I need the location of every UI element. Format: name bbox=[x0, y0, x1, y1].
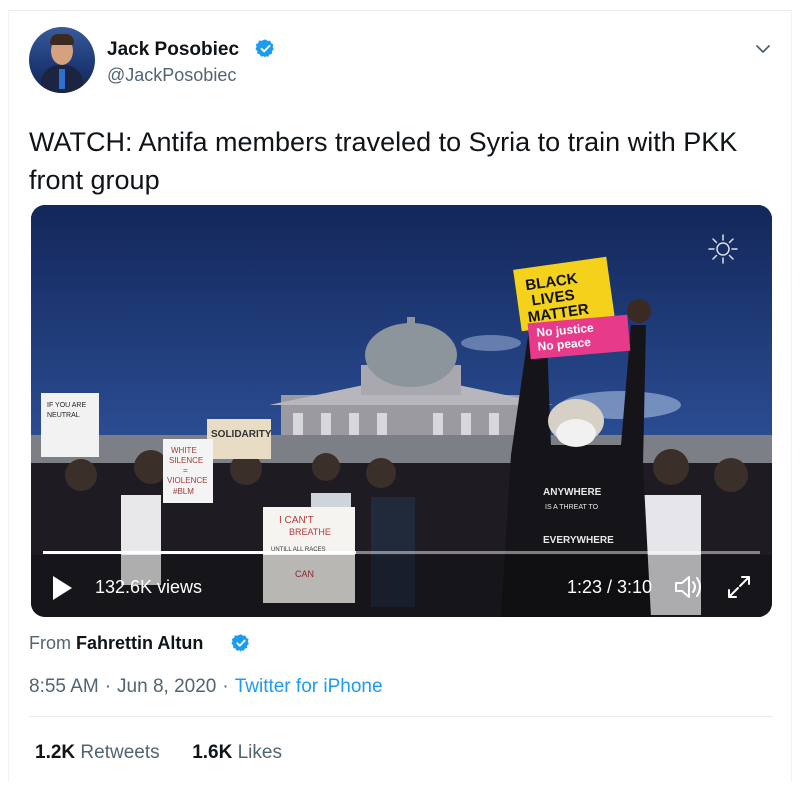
retweets-stat[interactable]: 1.2K Retweets bbox=[35, 742, 160, 763]
avatar[interactable] bbox=[29, 27, 95, 93]
tweet-stats: 1.2K Retweets 1.6K Likes bbox=[35, 742, 282, 764]
tweet-time[interactable]: 8:55 AM bbox=[29, 676, 99, 697]
video-player[interactable]: BLACK LIVES MATTER No justice No peace I… bbox=[31, 205, 772, 617]
avatar-tie bbox=[59, 69, 65, 89]
verified-badge-icon bbox=[231, 634, 249, 652]
sign-white-line3: = bbox=[183, 466, 188, 475]
chevron-down-icon[interactable] bbox=[753, 39, 773, 59]
video-timestamp: 1:23 / 3:10 bbox=[567, 577, 653, 597]
video-progress-bar[interactable] bbox=[43, 551, 760, 554]
tweet-date[interactable]: Jun 8, 2020 bbox=[117, 676, 216, 697]
likes-count: 1.6K bbox=[192, 742, 233, 763]
shirt-line2: IS A THREAT TO bbox=[545, 504, 599, 511]
shirt-line3: EVERYWHERE bbox=[543, 535, 614, 546]
video-view-count: 132.6K views bbox=[95, 577, 203, 597]
sign-solidarity: SOLIDARITY bbox=[211, 429, 272, 440]
sign-white-line1: WHITE bbox=[171, 446, 197, 455]
retweets-label: Retweets bbox=[80, 742, 160, 763]
sign-white-line5: #BLM bbox=[173, 487, 194, 496]
source-name[interactable]: Fahrettin Altun bbox=[76, 633, 203, 653]
sign-white-line4: VIOLENCE bbox=[167, 476, 207, 485]
tweet-card: Jack Posobiec @JackPosobiec WATCH: Antif… bbox=[8, 10, 792, 782]
source-prefix: From bbox=[29, 633, 71, 653]
sunburst-badge-icon bbox=[708, 234, 738, 264]
sign-icb-line2: BREATHE bbox=[289, 527, 331, 537]
tweet-text: WATCH: Antifa members traveled to Syria … bbox=[29, 127, 738, 195]
retweets-count: 1.2K bbox=[35, 742, 76, 763]
tweet-meta: 8:55 AM · Jun 8, 2020 · Twitter for iPhone bbox=[29, 676, 383, 697]
verified-badge-icon bbox=[255, 39, 274, 58]
sign-white-line2: SILENCE bbox=[169, 456, 203, 465]
author-name[interactable]: Jack Posobiec bbox=[107, 39, 239, 61]
play-icon[interactable] bbox=[51, 575, 73, 601]
avatar-hair bbox=[50, 34, 74, 45]
likes-stat[interactable]: 1.6K Likes bbox=[192, 742, 282, 763]
sign-neutral-line1: IF YOU ARE bbox=[47, 402, 86, 409]
video-progress-fill bbox=[43, 551, 357, 554]
source-attribution: From Fahrettin Altun bbox=[29, 633, 203, 654]
author-handle[interactable]: @JackPosobiec bbox=[107, 65, 236, 86]
volume-icon[interactable] bbox=[673, 573, 705, 601]
sign-neutral-line2: NEUTRAL bbox=[47, 412, 80, 419]
tweet-client-link[interactable]: Twitter for iPhone bbox=[235, 676, 383, 697]
fullscreen-icon[interactable] bbox=[725, 573, 753, 601]
video-frame: BLACK LIVES MATTER No justice No peace I… bbox=[31, 205, 772, 617]
divider bbox=[29, 716, 773, 717]
likes-label: Likes bbox=[237, 742, 282, 763]
shirt-line1: ANYWHERE bbox=[543, 487, 602, 498]
sign-icb-line1: I CAN'T bbox=[279, 515, 314, 526]
